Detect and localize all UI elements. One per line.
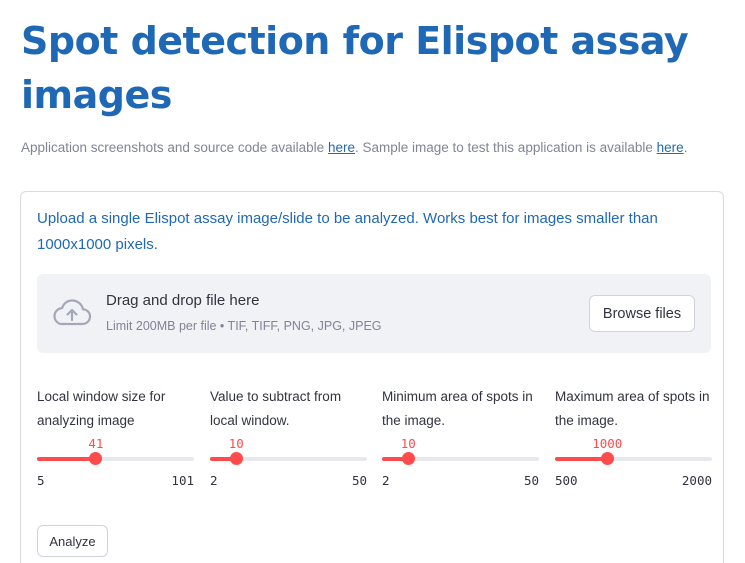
slider-max-spot-area: Maximum area of spots in the image. 1000… [555,385,712,495]
slider-label: Maximum area of spots in the image. [555,389,710,428]
slider-current-value: 10 [400,436,416,451]
sample-image-link[interactable]: here [657,140,684,155]
slider-fill [37,457,96,461]
slider-current-value: 10 [228,436,244,451]
slider-min-label: 5 [37,473,45,488]
slider-min-label: 2 [210,473,218,488]
analysis-form: Upload a single Elispot assay image/slid… [20,191,724,563]
slider-thumb[interactable] [229,452,243,465]
slider-label: Value to subtract from local window. [210,389,342,428]
browse-files-button[interactable]: Browse files [589,295,695,332]
analyze-button[interactable]: Analyze [37,525,108,557]
description-text: . Sample image to test this application … [354,140,657,155]
slider-max-label: 50 [351,473,367,488]
slider-local-window-size: Local window size for analyzing image 41… [37,385,194,495]
slider-current-value: 1000 [592,436,623,451]
slider-track[interactable] [555,452,712,465]
slider-thumb[interactable] [600,452,614,465]
slider-current-value: 41 [88,436,104,451]
slider-max-label: 50 [523,473,539,488]
slider-track[interactable] [37,452,194,465]
page-title: Spot detection for Elispot assay images [21,19,689,117]
slider-track[interactable] [210,452,367,465]
slider-subtract-value: Value to subtract from local window. 10 … [210,385,367,495]
slider-fill [555,457,608,461]
file-limit-note: Limit 200MB per file • TIF, TIFF, PNG, J… [106,319,382,333]
slider-track[interactable] [382,452,539,465]
slider-max-label: 101 [171,473,194,488]
slider-min-spot-area: Minimum area of spots in the image. 10 2… [382,385,539,495]
app-page: Spot detection for Elispot assay images … [0,0,745,563]
upload-instructions: Upload a single Elispot assay image/slid… [37,210,658,253]
cloud-upload-icon [53,299,92,326]
description-line: Application screenshots and source code … [21,140,687,155]
description-text: Application screenshots and source code … [21,140,328,155]
slider-min-label: 500 [555,473,578,488]
slider-thumb[interactable] [401,452,415,465]
file-dropzone[interactable]: Drag and drop file here Limit 200MB per … [37,274,711,353]
dropzone-label: Drag and drop file here [106,292,260,309]
slider-max-label: 2000 [681,473,712,488]
slider-label: Local window size for analyzing image [37,389,166,428]
source-code-link[interactable]: here [328,140,355,155]
slider-thumb[interactable] [89,452,103,465]
slider-min-label: 2 [382,473,390,488]
slider-label: Minimum area of spots in the image. [382,389,533,428]
description-text: . [683,140,688,155]
